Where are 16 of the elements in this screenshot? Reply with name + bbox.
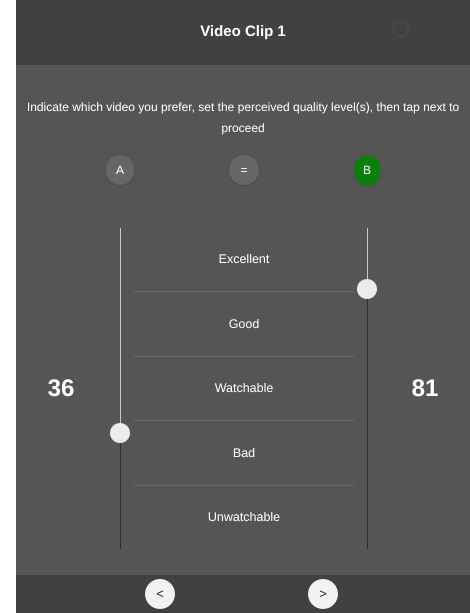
- choice-button[interactable]: A: [106, 155, 134, 185]
- quality-label: Bad: [232, 444, 256, 462]
- window-title: Video Clip 1: [200, 22, 286, 42]
- next-button[interactable]: >: [308, 579, 338, 609]
- slider-thumb[interactable]: [356, 279, 376, 299]
- left-score: 36: [48, 374, 74, 404]
- instruction-text: Indicate which video you prefer, set the perceived quality level(s), then tap next to proceed: [26, 99, 460, 137]
- right-score: 81: [412, 374, 438, 404]
- choice-button[interactable]: =: [229, 155, 259, 185]
- slider-thumb[interactable]: [110, 423, 130, 444]
- quality-label: Watchable: [214, 380, 274, 398]
- quality-label: Unwatchable: [208, 508, 280, 526]
- quality-label: Good: [228, 316, 260, 333]
- previous-button[interactable]: <: [145, 579, 175, 609]
- choice-button[interactable]: B: [354, 155, 380, 185]
- quality-label: Excellent: [218, 251, 270, 268]
